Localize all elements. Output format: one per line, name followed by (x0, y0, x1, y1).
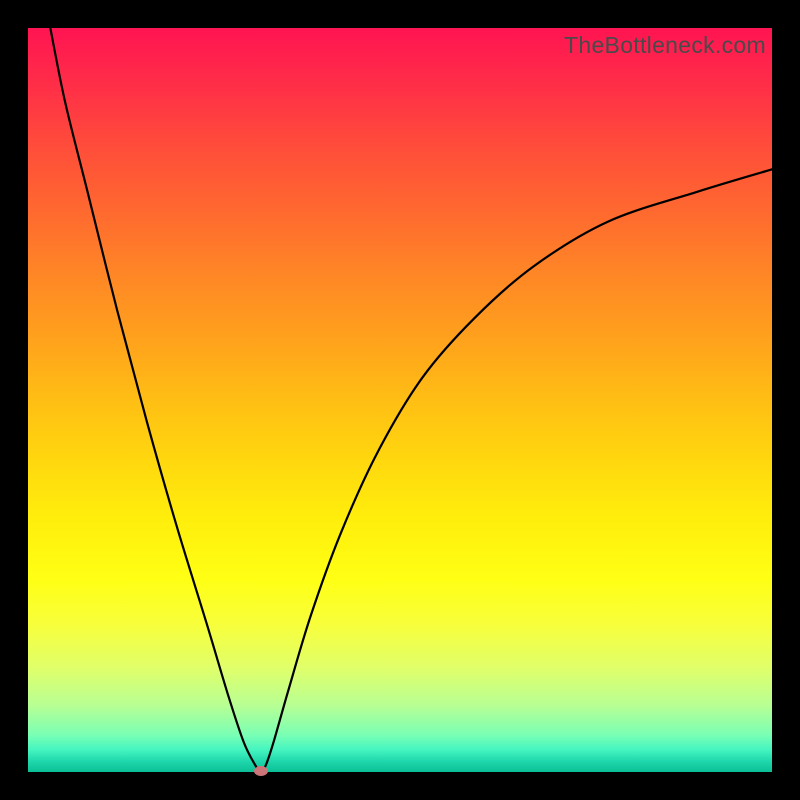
bottleneck-curve (28, 28, 772, 772)
minimum-marker (254, 766, 268, 776)
watermark-text: TheBottleneck.com (564, 32, 766, 59)
chart-container: TheBottleneck.com (0, 0, 800, 800)
plot-area: TheBottleneck.com (28, 28, 772, 772)
